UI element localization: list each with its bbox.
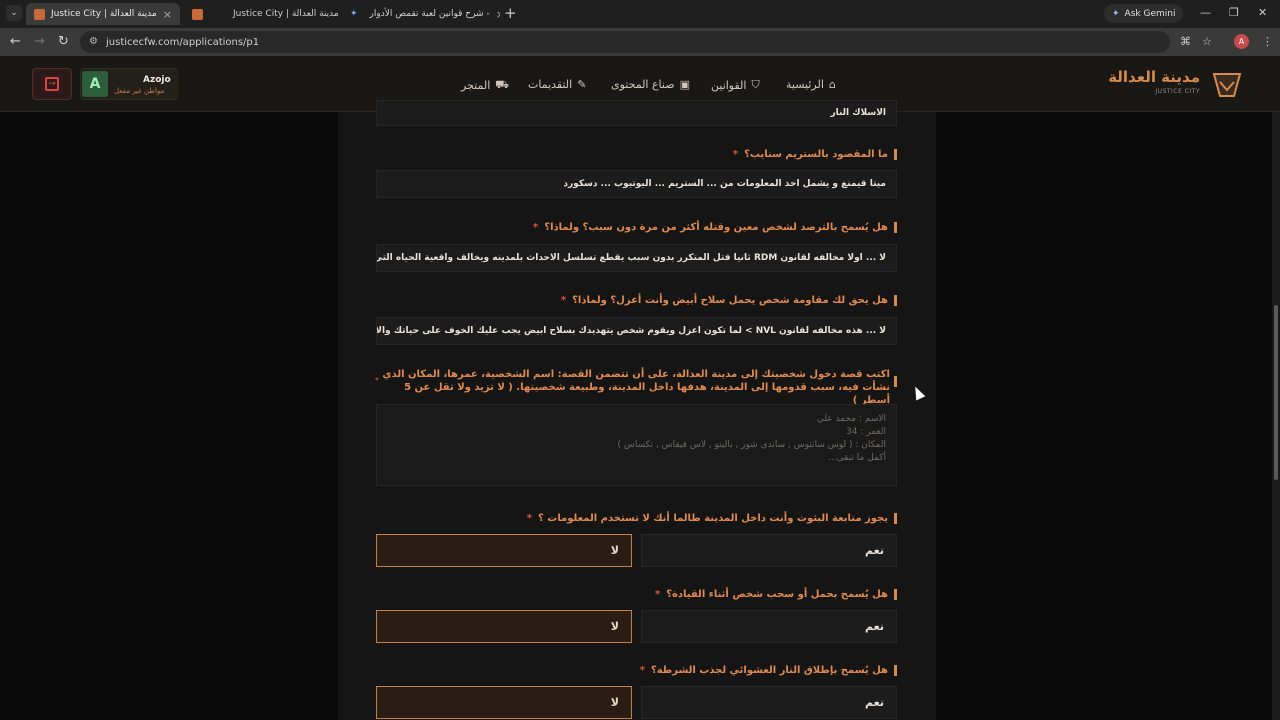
browser-tab-bar: ⌄ Justice City | مدينة العدالة Justice C… bbox=[0, 0, 1280, 28]
translate-icon[interactable]: ⌘ bbox=[1180, 35, 1191, 48]
nav-creators[interactable]: ▣ صناع المحتوى bbox=[611, 78, 690, 91]
question-text: هل يُسمح بحمل أو سحب شخص أثناء القيادة؟ bbox=[666, 589, 888, 600]
option-no-selected[interactable]: لا bbox=[376, 534, 632, 567]
label-accent-bar bbox=[894, 513, 897, 524]
label-accent-bar bbox=[894, 295, 897, 306]
nav-rules[interactable]: ⛉ القوانين bbox=[711, 78, 760, 92]
justice-city-logo-icon[interactable] bbox=[1212, 70, 1242, 98]
label-accent-bar bbox=[894, 222, 897, 233]
browser-address-bar: ← → ↻ ⚙ justicecfw.com/applications/p1 ⌘… bbox=[0, 28, 1280, 56]
placeholder-line: أكمل ما تبقى... bbox=[828, 453, 886, 463]
label-accent-bar bbox=[894, 149, 897, 160]
placeholder-line: الاسم : محمد علي bbox=[816, 414, 886, 424]
ask-gemini-button[interactable]: ✦ Ask Gemini bbox=[1104, 4, 1184, 23]
placeholder-line: المكان : ( لوس سانتوس , ساندي شور , بالي… bbox=[617, 440, 886, 450]
option-no-selected[interactable]: لا bbox=[376, 610, 632, 643]
nav-creators-label: صناع المحتوى bbox=[611, 78, 675, 91]
gemini-sparkle-icon: ✦ bbox=[350, 9, 358, 19]
required-mark: * bbox=[732, 149, 739, 160]
tab-title: Justice City | مدينة العدالة bbox=[233, 9, 338, 19]
bookmark-star-icon[interactable]: ☆ bbox=[1202, 35, 1212, 48]
ask-gemini-label: Ask Gemini bbox=[1124, 8, 1176, 19]
question-text: هل يحق لك مقاومة شخص يحمل سلاح أبيض وأنت… bbox=[572, 295, 888, 306]
option-yes[interactable]: نعم bbox=[641, 686, 897, 719]
site-favicon-icon bbox=[192, 8, 203, 20]
tab-title: شرح قوانين لعبة تقمص الأدوار - bbox=[369, 9, 490, 19]
question-text: يجوز متابعة البثوث وأنت داخل المدينة طال… bbox=[537, 513, 888, 524]
url-text: justicecfw.com/applications/p1 bbox=[106, 36, 260, 48]
user-status: مواطن غير مفعل bbox=[114, 87, 165, 95]
question-label: هل يُسمح بحمل أو سحب شخص أثناء القيادة؟ … bbox=[655, 589, 897, 600]
nav-applications[interactable]: ✎ التقديمات bbox=[528, 78, 586, 91]
nav-store-label: المتجر bbox=[461, 79, 491, 92]
question-text: هل يُسمح بالترصد لشخص معين وقتله أكثر من… bbox=[544, 222, 888, 233]
question-label: ما المقصود بالستريم سنايب؟ * bbox=[733, 149, 897, 160]
restore-icon[interactable]: ❐ bbox=[1229, 6, 1239, 19]
avatar[interactable]: A bbox=[82, 71, 108, 97]
browser-tab-active[interactable]: Justice City | مدينة العدالة × bbox=[26, 3, 180, 25]
close-window-icon[interactable]: ✕ bbox=[1258, 6, 1267, 19]
question-text: هل يُسمح بإطلاق النار العشوائي لجذب الشر… bbox=[650, 665, 888, 676]
required-mark: * bbox=[560, 295, 567, 306]
home-icon: ⌂ bbox=[828, 78, 836, 91]
question-label: يجوز متابعة البثوث وأنت داخل المدينة طال… bbox=[527, 513, 897, 524]
close-tab-icon[interactable]: × bbox=[163, 8, 172, 21]
nav-applications-label: التقديمات bbox=[528, 78, 573, 91]
user-name: Azojo bbox=[143, 75, 171, 85]
label-accent-bar bbox=[894, 665, 897, 676]
question-text: ما المقصود بالستريم سنايب؟ bbox=[744, 149, 888, 160]
profile-avatar[interactable]: A bbox=[1234, 34, 1249, 49]
reload-icon[interactable]: ↻ bbox=[58, 34, 69, 49]
gemini-sparkle-icon: ✦ bbox=[1112, 8, 1120, 19]
new-tab-button[interactable]: + bbox=[504, 4, 517, 22]
story-textarea[interactable]: الاسم : محمد علي العمر : 34 المكان : ( ل… bbox=[376, 404, 897, 486]
question-label: هل يُسمح بالترصد لشخص معين وقتله أكثر من… bbox=[533, 222, 897, 233]
video-camera-icon: ▣ bbox=[679, 78, 690, 91]
cart-icon: ⛟ bbox=[495, 78, 510, 91]
browser-tab-3[interactable]: ✦ شرح قوانين لعبة تقمص الأدوار - × bbox=[342, 3, 500, 25]
required-mark: * bbox=[654, 589, 661, 600]
placeholder-line: العمر : 34 bbox=[846, 427, 886, 437]
scrollbar-thumb[interactable] bbox=[1274, 305, 1278, 480]
back-arrow-icon[interactable]: ← bbox=[10, 34, 21, 49]
nav-store[interactable]: ⛟ المتجر bbox=[461, 78, 509, 93]
nav-rules-label: القوانين bbox=[711, 78, 747, 92]
question-label: هل يُسمح بإطلاق النار العشوائي لجذب الشر… bbox=[640, 665, 897, 676]
answer-field[interactable]: ميتا قيمنغ و يشمل اخذ المعلومات من ... ا… bbox=[376, 170, 897, 198]
tab-search-chevron-icon[interactable]: ⌄ bbox=[6, 5, 22, 21]
required-mark: * bbox=[533, 222, 539, 233]
site-favicon-icon bbox=[34, 8, 45, 20]
site-logo-title[interactable]: مدينة العدالة bbox=[1108, 68, 1200, 86]
option-yes[interactable]: نعم bbox=[641, 534, 897, 567]
forward-arrow-icon[interactable]: → bbox=[34, 34, 45, 49]
site-info-icon[interactable]: ⚙ bbox=[89, 36, 98, 47]
nav-home[interactable]: ⌂ الرئيسية bbox=[786, 78, 836, 91]
shield-icon: ⛉ bbox=[751, 78, 760, 91]
edit-icon: ✎ bbox=[577, 78, 587, 91]
site-logo-subtitle: JUSTICE CITY bbox=[1155, 88, 1200, 95]
minimize-icon[interactable]: — bbox=[1200, 6, 1211, 19]
nav-home-label: الرئيسية bbox=[786, 78, 824, 91]
label-accent-bar bbox=[894, 376, 897, 387]
logout-button[interactable]: → bbox=[32, 68, 72, 100]
answer-field[interactable]: لا ... اولا مخالفه لقانون RDM ثانيا قتل … bbox=[376, 244, 897, 272]
required-mark: * bbox=[639, 665, 645, 676]
answer-field[interactable]: لا ... هذه مخالفه لقانون NVL > لما تكون … bbox=[376, 317, 897, 345]
browser-menu-icon[interactable]: ⋮ bbox=[1262, 35, 1273, 48]
option-no-selected[interactable]: لا bbox=[376, 686, 632, 719]
tab-title: Justice City | مدينة العدالة bbox=[51, 9, 157, 19]
required-mark: * bbox=[526, 513, 532, 524]
story-question-label: اكتب قصة دخول شخصيتك إلى مدينة العدالة، … bbox=[382, 369, 890, 406]
close-tab-icon[interactable]: × bbox=[496, 8, 500, 21]
label-accent-bar bbox=[894, 589, 897, 600]
question-label: هل يحق لك مقاومة شخص يحمل سلاح أبيض وأنت… bbox=[561, 295, 897, 306]
required-mark: * bbox=[375, 376, 379, 385]
logout-icon: → bbox=[45, 77, 59, 91]
url-input[interactable]: ⚙ justicecfw.com/applications/p1 bbox=[80, 31, 1170, 53]
browser-tab-2[interactable]: Justice City | مدينة العدالة × bbox=[184, 3, 338, 25]
answer-field-partial[interactable]: الاسلاك النار bbox=[376, 100, 897, 126]
option-yes[interactable]: نعم bbox=[641, 610, 897, 643]
